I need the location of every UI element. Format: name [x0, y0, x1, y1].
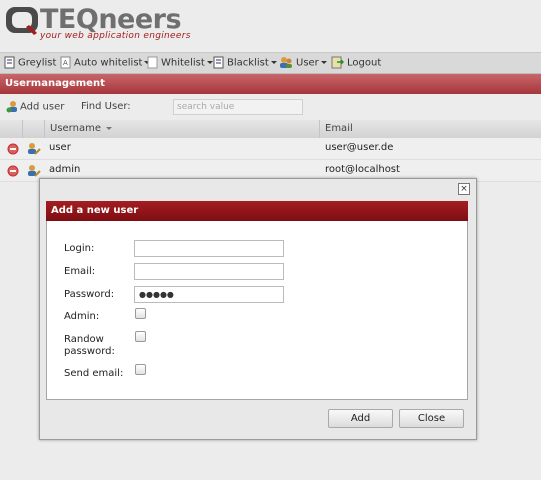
menu-user-label: User: [296, 57, 319, 69]
grid-col-username-label: Username: [50, 123, 101, 134]
grid-col-username[interactable]: Username: [44, 120, 320, 138]
admin-checkbox[interactable]: [135, 308, 146, 319]
menu-user[interactable]: User: [279, 56, 327, 70]
chevron-down-icon: [270, 61, 277, 64]
document-a-icon: A: [60, 56, 71, 69]
menu-blacklist[interactable]: Blacklist: [213, 56, 277, 70]
add-user-dialog: × Add a new user Login: Email: Password:…: [39, 178, 477, 440]
add-user-button[interactable]: Add user: [6, 100, 64, 113]
dialog-form: Login: Email: Password: ●●●●● Admin: Ran…: [46, 221, 468, 400]
delete-icon[interactable]: [7, 143, 19, 155]
close-button[interactable]: Close: [399, 409, 464, 428]
document-icon: [213, 56, 224, 69]
random-password-label-line1: Randow: [64, 334, 104, 345]
grid-col-email[interactable]: Email: [319, 120, 541, 138]
find-user-label: Find User:: [81, 101, 131, 112]
menu-auto-whitelist-label: Auto whitelist: [74, 57, 143, 69]
users-grid-header: Username Email: [0, 120, 541, 139]
logout-icon: [331, 56, 344, 69]
user-edit-icon[interactable]: [26, 164, 41, 178]
login-field[interactable]: [134, 240, 284, 257]
chevron-down-icon: [206, 61, 213, 64]
row-email: user@user.de: [325, 142, 394, 153]
app-header: TEQneers your web application engineers: [0, 0, 541, 52]
email-label: Email:: [64, 266, 96, 277]
dialog-title-bar: Add a new user: [46, 201, 468, 221]
menu-blacklist-label: Blacklist: [227, 57, 269, 69]
menu-logout[interactable]: Logout: [331, 56, 381, 70]
grid-col-email-label: Email: [325, 123, 353, 134]
menu-auto-whitelist[interactable]: A Auto whitelist: [60, 56, 151, 70]
add-user-icon: [6, 101, 17, 113]
main-menubar: Greylist A Auto whitelist Whitelist Black…: [0, 52, 541, 74]
users-icon: [280, 57, 292, 68]
table-row[interactable]: user user@user.de: [0, 138, 541, 160]
dialog-title: Add a new user: [51, 205, 139, 216]
sort-arrow-icon: [106, 126, 113, 130]
menu-greylist-label: Greylist: [18, 57, 57, 69]
email-field[interactable]: [134, 263, 284, 280]
send-email-label: Send email:: [64, 368, 124, 379]
random-password-checkbox[interactable]: [135, 331, 146, 342]
row-username: user: [49, 142, 71, 153]
document-icon: [4, 56, 15, 69]
search-input[interactable]: search value: [173, 99, 303, 115]
add-user-label: Add user: [20, 101, 65, 113]
panel-title: Usermanagement: [5, 78, 105, 89]
password-label: Password:: [64, 289, 115, 300]
brand-tagline: your web application engineers: [40, 31, 191, 41]
svg-text:A: A: [63, 59, 68, 67]
add-button[interactable]: Add: [328, 409, 393, 428]
close-icon[interactable]: ×: [458, 183, 470, 195]
row-email: root@localhost: [325, 164, 400, 175]
delete-icon[interactable]: [7, 165, 19, 177]
grid-col-blank: [0, 120, 22, 138]
menu-greylist[interactable]: Greylist: [4, 56, 56, 70]
menu-whitelist[interactable]: Whitelist: [147, 56, 213, 70]
random-password-label-line2: password:: [64, 346, 115, 357]
grid-col-blank: [22, 120, 45, 138]
usermanagement-panel-header: Usermanagement: [0, 74, 541, 94]
row-username: admin: [49, 164, 81, 175]
user-toolbar: Add user Find User: search value: [0, 96, 541, 118]
menu-logout-label: Logout: [347, 57, 382, 69]
login-label: Login:: [64, 243, 95, 254]
menu-whitelist-label: Whitelist: [161, 57, 205, 69]
admin-label: Admin:: [64, 311, 100, 322]
document-icon: [147, 56, 158, 69]
password-field[interactable]: ●●●●●: [134, 286, 284, 303]
send-email-checkbox[interactable]: [135, 364, 146, 375]
user-edit-icon[interactable]: [26, 142, 41, 156]
teqneers-logo-icon: [6, 7, 38, 35]
chevron-down-icon: [320, 61, 327, 64]
